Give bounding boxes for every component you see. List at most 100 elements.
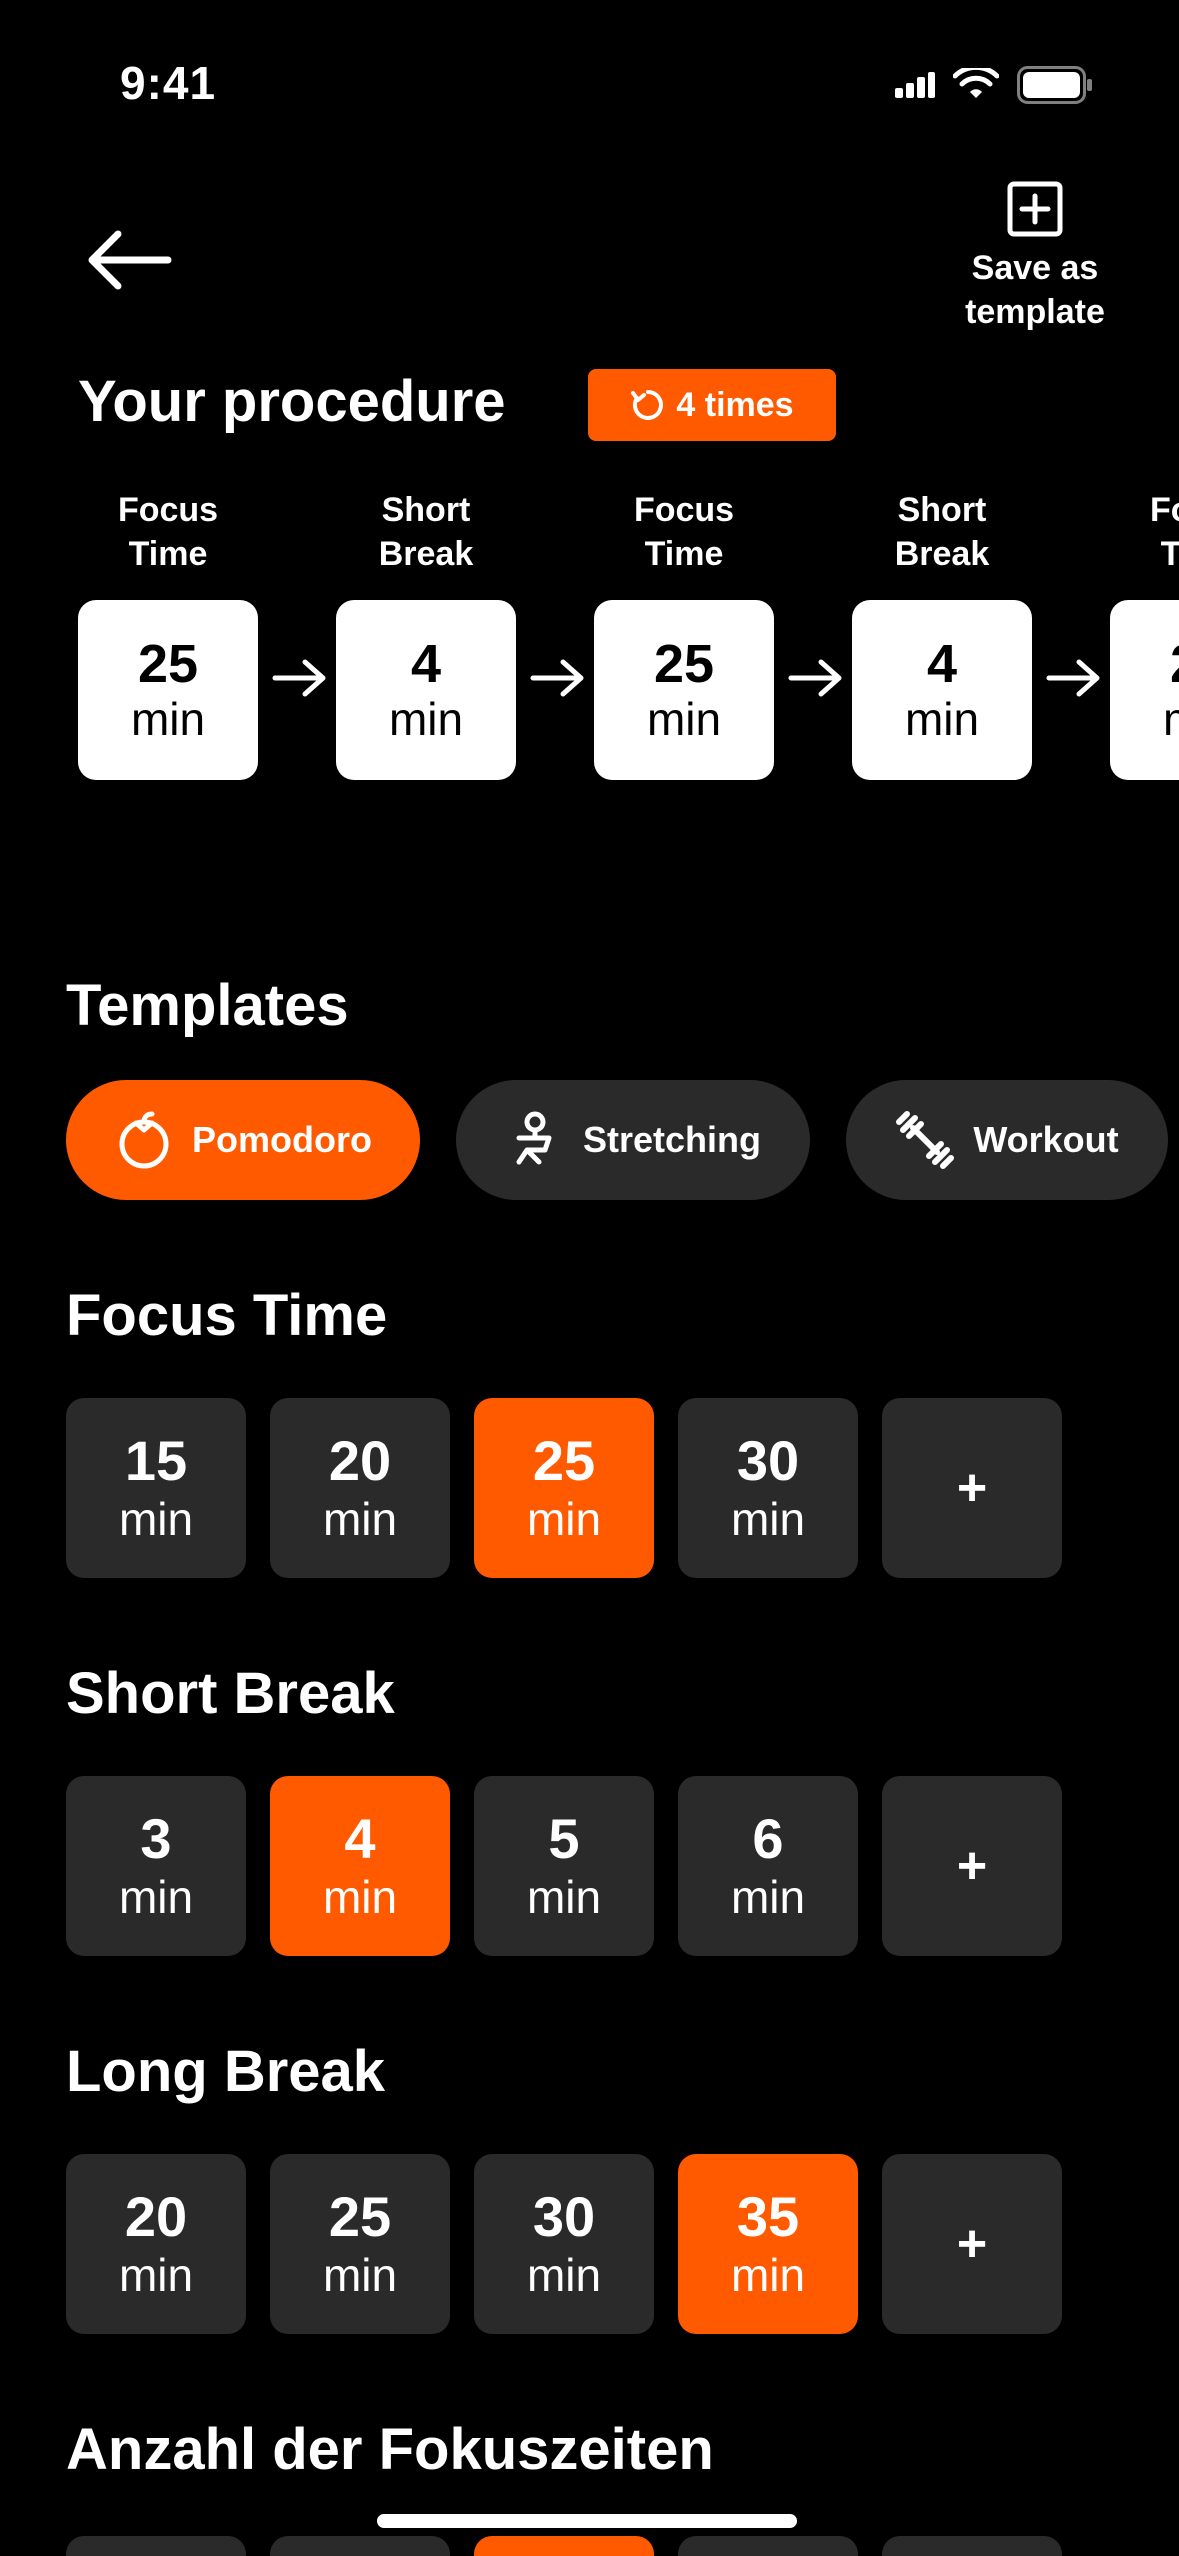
arrow-right-icon [788, 659, 842, 697]
templates-title: Templates [66, 973, 349, 1038]
step-label: Focus Time [1149, 491, 1179, 573]
save-as-template-label: Save as template [965, 249, 1105, 331]
dumbbell-icon [896, 1111, 955, 1169]
short-break-options: 3 min 4 min 5 min 6 min + [66, 1776, 1062, 1956]
save-as-template-button[interactable]: Save as template [930, 180, 1140, 334]
arrow-right-icon [530, 659, 584, 697]
long-break-options: 20 min 25 min 30 min 35 min + [66, 2154, 1062, 2334]
procedure-step[interactable]: Focus Time 25 min [594, 488, 774, 780]
step-label: Short Break [894, 491, 990, 573]
step-unit: min [130, 693, 206, 745]
option-unit: min [730, 2249, 806, 2301]
repeat-icon [631, 390, 664, 420]
repeat-label: 4 times [676, 385, 794, 424]
plus-icon: + [956, 1837, 988, 1895]
add-long-break-button[interactable]: + [882, 2154, 1062, 2334]
template-chip-stretching[interactable]: Stretching [456, 1080, 810, 1200]
home-indicator[interactable] [377, 2514, 797, 2528]
procedure-step[interactable]: Focus Time 25 min [78, 488, 258, 780]
short-break-option[interactable]: 6 min [678, 1776, 858, 1956]
step-label: Focus Time [633, 491, 735, 573]
tomato-icon [119, 1111, 169, 1169]
option-value: 35 [736, 2185, 800, 2248]
step-label: Focus Time [117, 491, 219, 573]
add-focus-time-button[interactable]: + [882, 1398, 1062, 1578]
procedure-steps: Focus Time 25 min Short Break 4 min Focu… [78, 488, 1179, 788]
step-unit: min [1163, 693, 1179, 745]
focus-count-option[interactable] [270, 2536, 450, 2556]
focus-count-option-selected[interactable] [474, 2536, 654, 2556]
template-chip-label: Workout [973, 1119, 1119, 1160]
cellular-signal-icon [895, 72, 935, 98]
option-value: 3 [140, 1807, 172, 1870]
option-unit: min [526, 1493, 602, 1545]
option-value: 20 [328, 1429, 392, 1492]
long-break-title: Long Break [66, 2039, 386, 2104]
option-unit: min [526, 2249, 602, 2301]
battery-icon [1017, 66, 1092, 104]
wifi-icon [953, 68, 999, 98]
step-value: 25 [137, 634, 199, 694]
option-unit: min [730, 1493, 806, 1545]
focus-count-option[interactable] [66, 2536, 246, 2556]
focus-time-option[interactable]: 30 min [678, 1398, 858, 1578]
option-unit: min [118, 1493, 194, 1545]
focus-count-title: Anzahl der Fokuszeiten [66, 2417, 714, 2482]
focus-time-option[interactable]: 20 min [270, 1398, 450, 1578]
option-unit: min [526, 1871, 602, 1923]
step-value: 4 [926, 634, 958, 694]
plus-icon: + [956, 1459, 988, 1517]
option-unit: min [118, 2249, 194, 2301]
long-break-option[interactable]: 30 min [474, 2154, 654, 2334]
step-duration-box: 4 min [852, 600, 1032, 780]
option-value: 25 [532, 1429, 596, 1492]
template-chip-workout[interactable]: Workout [846, 1080, 1168, 1200]
short-break-option[interactable]: 3 min [66, 1776, 246, 1956]
procedure-step[interactable]: Short Break 4 min [852, 488, 1032, 780]
focus-time-options: 15 min 20 min 25 min 30 min + [66, 1398, 1062, 1578]
option-unit: min [118, 1871, 194, 1923]
step-unit: min [904, 693, 980, 745]
long-break-option[interactable]: 25 min [270, 2154, 450, 2334]
procedure-step[interactable]: Focus Time 25 min [1110, 488, 1179, 780]
focus-time-title: Focus Time [66, 1283, 388, 1348]
long-break-option[interactable]: 20 min [66, 2154, 246, 2334]
status-icons [895, 66, 1093, 104]
option-unit: min [322, 1493, 398, 1545]
arrow-right-icon [272, 659, 326, 697]
short-break-option[interactable]: 5 min [474, 1776, 654, 1956]
step-duration-box: 4 min [336, 600, 516, 780]
option-value: 25 [328, 2185, 392, 2248]
step-unit: min [646, 693, 722, 745]
focus-time-option[interactable]: 15 min [66, 1398, 246, 1578]
option-value: 30 [532, 2185, 596, 2248]
focus-count-option[interactable] [882, 2536, 1062, 2556]
focus-time-option-selected[interactable]: 25 min [474, 1398, 654, 1578]
long-break-option-selected[interactable]: 35 min [678, 2154, 858, 2334]
arrow-right-icon [1046, 659, 1100, 697]
option-value: 15 [124, 1429, 188, 1492]
short-break-option-selected[interactable]: 4 min [270, 1776, 450, 1956]
step-value: 25 [1170, 635, 1179, 693]
step-duration-box: 25 min [594, 600, 774, 780]
stretching-icon [516, 1111, 552, 1165]
option-value: 20 [124, 2185, 188, 2248]
option-value: 30 [736, 1429, 800, 1492]
procedure-step[interactable]: Short Break 4 min [336, 488, 516, 780]
focus-count-option[interactable] [678, 2536, 858, 2556]
add-square-icon [1007, 181, 1063, 237]
back-arrow-icon[interactable] [84, 228, 172, 292]
option-unit: min [322, 1871, 398, 1923]
option-unit: min [730, 1871, 806, 1923]
template-chip-pomodoro[interactable]: Pomodoro [66, 1080, 420, 1200]
add-short-break-button[interactable]: + [882, 1776, 1062, 1956]
option-value: 5 [548, 1807, 580, 1870]
short-break-title: Short Break [66, 1661, 395, 1726]
option-value: 6 [752, 1807, 784, 1870]
template-chip-label: Pomodoro [192, 1119, 372, 1160]
status-time: 9:41 [120, 57, 217, 109]
step-duration-box: 25 min [78, 600, 258, 780]
step-duration-box: 25 min [1110, 600, 1179, 780]
option-unit: min [322, 2249, 398, 2301]
repeat-badge[interactable]: 4 times [588, 369, 836, 441]
